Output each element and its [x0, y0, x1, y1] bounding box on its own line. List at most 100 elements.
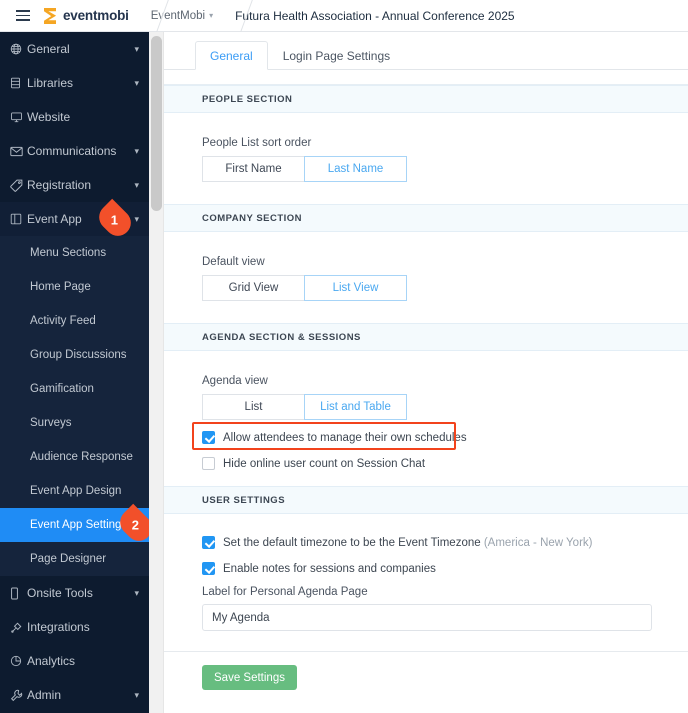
agenda-list-option[interactable]: List — [202, 394, 305, 420]
sidebar-item-registration-label: Registration — [27, 178, 92, 192]
sidebar-item-general[interactable]: General ▾ — [0, 32, 149, 66]
tab-general[interactable]: General — [195, 41, 268, 70]
breadcrumb-item-event[interactable]: Futura Health Association - Annual Confe… — [235, 9, 515, 23]
top-bar: eventmobi EventMobi ▾ Futura Health Asso… — [0, 0, 688, 32]
sidebar-item-event-app-design[interactable]: Event App Design — [0, 474, 149, 508]
chevron-down-icon: ▾ — [134, 43, 139, 54]
sidebar-item-menu-sections[interactable]: Menu Sections — [0, 236, 149, 270]
step-badge-2-label: 2 — [132, 517, 140, 533]
chevron-down-icon: ▾ — [134, 213, 139, 224]
settings-panel: PEOPLE SECTION People List sort order Fi… — [164, 84, 688, 690]
sidebar-item-activity-feed[interactable]: Activity Feed — [0, 304, 149, 338]
eventmobi-logo[interactable]: eventmobi — [42, 7, 129, 25]
section-header-agenda: AGENDA SECTION & SESSIONS — [164, 323, 688, 351]
step-badge-2: 2 — [114, 503, 149, 547]
app-grid-icon — [10, 213, 27, 225]
sidebar-item-home-page[interactable]: Home Page — [0, 270, 149, 304]
breadcrumb-event-label: Futura Health Association - Annual Confe… — [235, 8, 515, 23]
tab-login-page-settings-label: Login Page Settings — [282, 49, 391, 63]
sidebar: General ▾ Libraries ▾ Website Communicat… — [0, 32, 149, 713]
sidebar-item-event-app-settings[interactable]: Event App Settings 2 — [0, 503, 149, 547]
sidebar-item-group-discussions[interactable]: Group Discussions — [0, 338, 149, 372]
plug-icon — [10, 621, 27, 634]
step-badge-1-label: 1 — [111, 212, 119, 228]
sidebar-item-audience-response[interactable]: Audience Response — [0, 440, 149, 474]
sidebar-item-libraries[interactable]: Libraries ▾ — [0, 66, 149, 100]
enable-notes-row[interactable]: Enable notes for sessions and companies — [202, 562, 688, 575]
section-body-user-settings: Set the default timezone to be the Event… — [164, 514, 688, 651]
section-header-user-settings: USER SETTINGS — [164, 486, 688, 514]
agenda-view-segmented: List List and Table — [202, 394, 407, 420]
save-settings-button[interactable]: Save Settings — [202, 665, 297, 690]
personal-agenda-label-input[interactable] — [202, 604, 652, 631]
section-body-company: Default view Grid View List View — [164, 232, 688, 323]
sidebar-item-event-app[interactable]: Event App ▾ 1 — [0, 198, 149, 242]
sidebar-item-admin[interactable]: Admin ▾ — [0, 678, 149, 712]
section-body-people: People List sort order First Name Last N… — [164, 113, 688, 204]
sidebar-item-website-label: Website — [27, 110, 71, 124]
eventmobi-logo-mark — [42, 7, 59, 25]
tab-general-label: General — [210, 48, 253, 63]
mobile-icon — [10, 586, 27, 600]
sidebar-scrollbar-track[interactable] — [149, 32, 164, 713]
sidebar-item-page-designer[interactable]: Page Designer — [0, 542, 149, 576]
chevron-down-icon: ▾ — [134, 77, 139, 88]
enable-notes-checkbox[interactable] — [202, 562, 215, 575]
sidebar-item-registration[interactable]: Registration ▾ — [0, 168, 149, 202]
sidebar-item-onsite-tools-label: Onsite Tools — [27, 586, 93, 600]
sidebar-item-gamification-label: Gamification — [30, 383, 94, 395]
hamburger-icon[interactable] — [8, 10, 38, 21]
sidebar-item-libraries-label: Libraries — [27, 76, 74, 90]
event-app-submenu: Menu Sections Home Page Activity Feed Gr… — [0, 236, 149, 576]
sidebar-item-analytics[interactable]: Analytics — [0, 644, 149, 678]
default-timezone-row[interactable]: Set the default timezone to be the Event… — [202, 536, 688, 549]
sidebar-item-gamification[interactable]: Gamification — [0, 372, 149, 406]
agenda-list-and-table-option[interactable]: List and Table — [304, 394, 407, 420]
sidebar-item-communications-label: Communications — [27, 144, 117, 158]
sidebar-item-event-app-settings-label: Event App Settings — [30, 519, 128, 531]
chevron-down-icon: ▾ — [134, 587, 139, 598]
people-sort-first-name-option[interactable]: First Name — [202, 156, 305, 182]
sidebar-item-page-designer-label: Page Designer — [30, 553, 107, 565]
sidebar-item-surveys[interactable]: Surveys — [0, 406, 149, 440]
sidebar-item-general-label: General — [27, 42, 70, 56]
hide-online-user-count-checkbox[interactable] — [202, 457, 215, 470]
section-header-people-label: PEOPLE SECTION — [202, 93, 293, 105]
sidebar-item-audience-response-label: Audience Response — [30, 451, 133, 463]
sidebar-item-menu-sections-label: Menu Sections — [30, 247, 107, 259]
people-sort-last-name-label: Last Name — [327, 163, 384, 175]
library-icon — [10, 77, 27, 89]
chevron-down-icon: ▾ — [134, 689, 139, 700]
sidebar-item-website[interactable]: Website — [0, 100, 149, 134]
main-content: General Login Page Settings PEOPLE SECTI… — [164, 32, 688, 713]
allow-attendees-schedules-label: Allow attendees to manage their own sche… — [223, 431, 467, 444]
tab-login-page-settings[interactable]: Login Page Settings — [268, 41, 405, 70]
pie-chart-icon — [10, 655, 27, 667]
agenda-view-label: Agenda view — [202, 375, 268, 387]
step-badge-1: 1 — [93, 198, 137, 242]
breadcrumb-separator-1 — [129, 0, 151, 32]
sidebar-item-home-page-label: Home Page — [30, 281, 91, 293]
sidebar-item-onsite-tools[interactable]: Onsite Tools ▾ — [0, 576, 149, 610]
company-list-view-option[interactable]: List View — [304, 275, 407, 301]
breadcrumb-separator-2 — [213, 0, 235, 32]
allow-attendees-schedules-checkbox[interactable] — [202, 431, 215, 444]
company-default-view-segmented: Grid View List View — [202, 275, 407, 301]
company-list-view-label: List View — [332, 282, 379, 294]
sidebar-item-communications[interactable]: Communications ▾ — [0, 134, 149, 168]
hide-online-user-count-row[interactable]: Hide online user count on Session Chat — [202, 457, 688, 470]
chevron-down-icon: ▾ — [134, 145, 139, 156]
tab-bar: General Login Page Settings — [164, 32, 688, 70]
sidebar-item-activity-feed-label: Activity Feed — [30, 315, 96, 327]
people-sort-order-label: People List sort order — [202, 137, 312, 149]
sidebar-scrollbar-thumb[interactable] — [151, 36, 162, 211]
default-timezone-checkbox[interactable] — [202, 536, 215, 549]
section-header-user-settings-label: USER SETTINGS — [202, 494, 286, 506]
default-timezone-text: Set the default timezone to be the Event… — [223, 536, 481, 549]
people-sort-last-name-option[interactable]: Last Name — [304, 156, 407, 182]
sidebar-item-analytics-label: Analytics — [27, 654, 76, 668]
company-grid-view-option[interactable]: Grid View — [202, 275, 305, 301]
allow-attendees-schedules-row[interactable]: Allow attendees to manage their own sche… — [192, 422, 688, 450]
sidebar-item-integrations[interactable]: Integrations — [0, 610, 149, 644]
tag-icon — [10, 179, 27, 192]
